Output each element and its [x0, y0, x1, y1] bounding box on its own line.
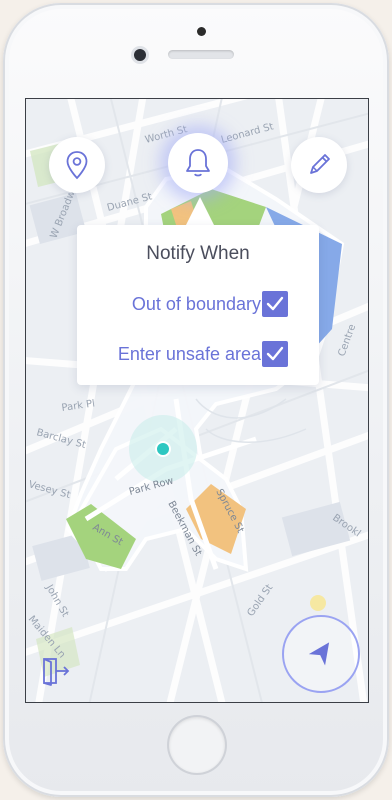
option-label: Enter unsafe area — [117, 344, 261, 364]
poi-marker[interactable] — [310, 595, 326, 611]
notify-popup: Notify When Out of boundary Enter unsafe… — [77, 225, 319, 385]
checkbox-enter-unsafe-area[interactable] — [262, 341, 288, 367]
front-camera — [134, 49, 146, 61]
popup-pointer — [186, 197, 214, 225]
earpiece-speaker — [168, 50, 234, 59]
location-button[interactable] — [49, 137, 105, 193]
option-label: Out of boundary — [131, 294, 261, 314]
edit-button[interactable] — [291, 137, 347, 193]
sensor-dot — [197, 27, 206, 36]
map-pin-icon — [66, 151, 88, 180]
app-screen: Leonard St W Broadway Duane St Worth St … — [25, 98, 369, 703]
pencil-icon — [310, 154, 330, 174]
notifications-button[interactable] — [168, 133, 228, 193]
exit-door-icon — [43, 658, 70, 686]
checkmark-icon — [266, 346, 284, 361]
exit-button[interactable] — [38, 653, 74, 689]
locate-me-button[interactable] — [282, 615, 360, 693]
option-enter-unsafe-area[interactable]: Enter unsafe area — [77, 341, 319, 371]
option-out-of-boundary[interactable]: Out of boundary — [77, 291, 319, 321]
bell-icon — [186, 149, 210, 177]
popup-title: Notify When — [146, 243, 250, 264]
checkbox-out-of-boundary[interactable] — [262, 291, 288, 317]
home-button[interactable] — [169, 717, 225, 773]
navigation-arrow-icon — [308, 642, 330, 666]
checkmark-icon — [266, 296, 284, 311]
